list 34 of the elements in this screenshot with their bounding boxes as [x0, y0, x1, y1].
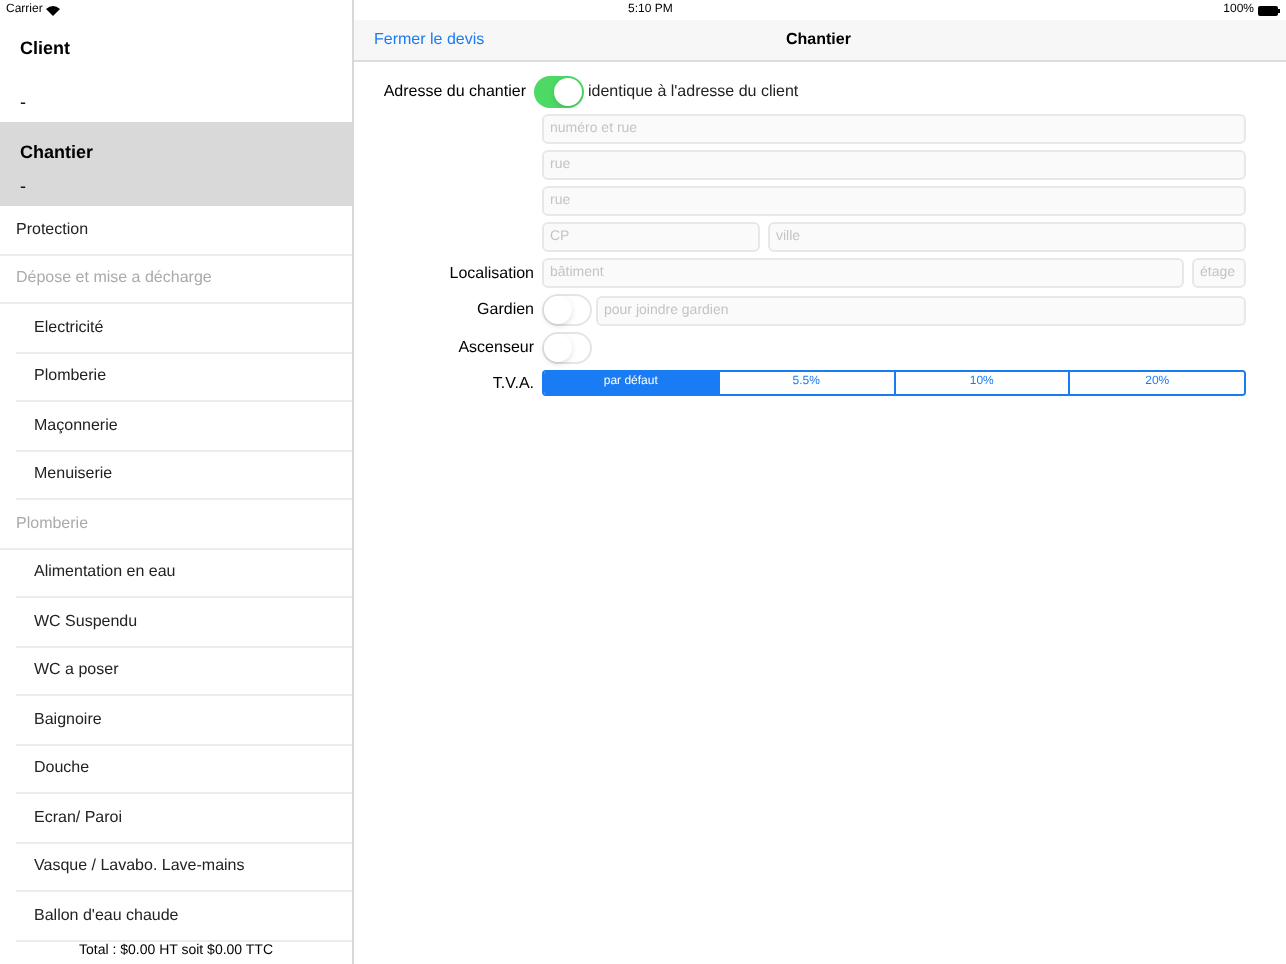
sidebar-item[interactable]: Plomberie	[34, 364, 107, 389]
field-label: Ascenseur	[456, 336, 536, 360]
sidebar-entry[interactable]: Client -	[0, 20, 352, 122]
sidebar-item[interactable]: Ecran/ Paroi	[34, 805, 123, 830]
switch-label: identique à l'adresse du client	[588, 80, 799, 104]
sidebar-item[interactable]: Douche	[34, 756, 90, 781]
entry-subtitle: -	[20, 173, 28, 199]
entry-subtitle: -	[20, 89, 28, 115]
sidebar-item[interactable]: WC Suspendu	[34, 609, 138, 634]
battery-icon	[1258, 5, 1280, 15]
entry-title: Client	[20, 36, 73, 62]
address-switch[interactable]	[534, 76, 584, 108]
wifi-icon	[46, 5, 61, 15]
sidebar-item[interactable]: Alimentation en eau	[34, 560, 176, 585]
sidebar-item[interactable]: Protection	[16, 217, 89, 242]
sidebar-item[interactable]: Ballon d'eau chaude	[34, 903, 179, 928]
sidebar-item[interactable]: Menuiserie	[34, 462, 113, 487]
field-label: Adresse du chantier	[381, 80, 528, 104]
section-header: Plomberie	[16, 511, 89, 536]
entry-title: Chantier	[20, 140, 96, 166]
elevator-switch[interactable]	[542, 332, 592, 364]
field-label: T.V.A.	[490, 371, 536, 395]
nav-title: Chantier	[786, 28, 851, 52]
field-label: Gardien	[475, 298, 536, 322]
sidebar-item[interactable]: Baignoire	[34, 707, 102, 732]
sidebar-item[interactable]: Maçonnerie	[34, 413, 118, 438]
section-header: Dépose et mise a décharge	[16, 266, 212, 291]
caretaker-switch[interactable]	[542, 294, 592, 326]
field-label: Localisation	[447, 261, 536, 285]
close-quote-link[interactable]: Fermer le devis	[374, 28, 485, 52]
sidebar-entry[interactable]: Chantier -	[0, 122, 352, 206]
sidebar-item[interactable]: WC a poser	[34, 658, 119, 683]
sidebar-item[interactable]: Vasque / Lavabo. Lave-mains	[34, 854, 245, 879]
sidebar-item[interactable]: Electricité	[34, 315, 104, 340]
